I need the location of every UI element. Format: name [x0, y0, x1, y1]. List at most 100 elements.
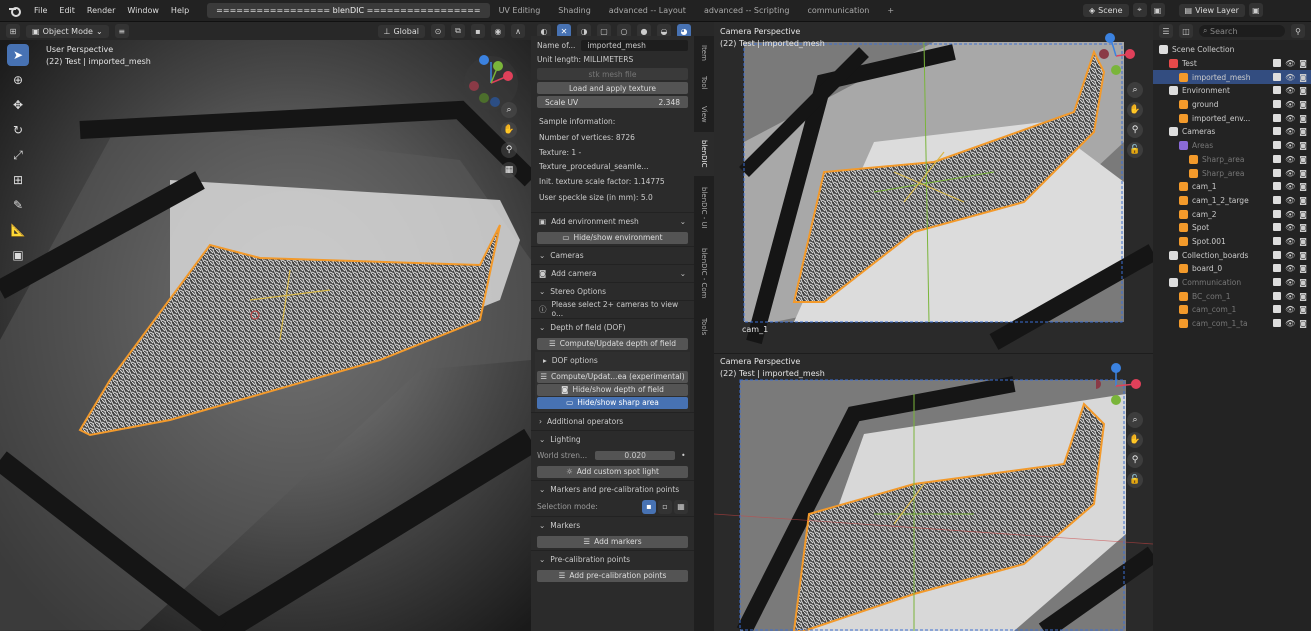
scene-selector[interactable]: ◈ Scene — [1083, 3, 1129, 17]
view-layer-selector[interactable]: ▤ View Layer — [1178, 3, 1245, 17]
workspace-tab-advanced-layout[interactable]: advanced -- Layout — [600, 3, 695, 18]
dof-options-toggle[interactable]: ▸ DOF options — [535, 352, 690, 370]
pan-hand-icon[interactable]: ✋ — [501, 122, 517, 138]
tab-blendic-com[interactable]: blenDIC - Com — [694, 240, 714, 306]
hide-show-sharp-area-button[interactable]: ▭ Hide/show sharp area — [537, 396, 688, 409]
eye-icon[interactable]: 👁 — [1285, 319, 1295, 328]
precalibration-section[interactable]: ⌄ Pre-calibration points — [531, 549, 694, 568]
outliner-search-input[interactable]: ⌕ Search — [1199, 25, 1285, 37]
checkbox-icon[interactable] — [1273, 209, 1282, 218]
filter-icon[interactable]: ⚲ — [1291, 24, 1305, 38]
camera-render-icon[interactable]: ◙ — [1299, 100, 1307, 109]
tab-blendic-ui[interactable]: blenDIC - UI — [694, 180, 714, 236]
eye-icon[interactable]: 👁 — [1285, 127, 1295, 136]
outliner-row[interactable]: cam_com_1 👁 ◙ — [1153, 303, 1311, 317]
camera-view-icon[interactable]: ⚲ — [1127, 452, 1143, 468]
camera-view-icon[interactable]: ⚲ — [501, 142, 517, 158]
outliner-row[interactable]: Sharp_area 👁 ◙ — [1153, 153, 1311, 167]
camera-view-icon[interactable]: ⚲ — [1127, 122, 1143, 138]
outliner-row[interactable]: Scene Collection — [1153, 43, 1311, 57]
workspace-tab-advanced-scripting[interactable]: advanced -- Scripting — [695, 3, 799, 18]
add-markers-button[interactable]: ☰ Add markers — [537, 535, 688, 548]
checkbox-icon[interactable] — [1273, 127, 1282, 136]
outliner-row[interactable]: Communication 👁 ◙ — [1153, 276, 1311, 290]
add-precalibration-points-button[interactable]: ☰ Add pre-calibration points — [537, 569, 688, 582]
camera-render-icon[interactable]: ◙ — [1299, 278, 1307, 287]
markers-precal-section[interactable]: ⌄ Markers and pre-calibration points — [531, 479, 694, 498]
scale-uv-field[interactable]: Scale UV 2.348 — [537, 96, 688, 108]
checkbox-icon[interactable] — [1273, 305, 1282, 314]
eye-icon[interactable]: 👁 — [1285, 292, 1295, 301]
camera-viewport-1[interactable]: Camera Perspective (22) Test | imported_… — [714, 22, 1153, 353]
add-environment-mesh-section[interactable]: ▣ Add environment mesh ⌄ — [531, 211, 694, 230]
camera-render-icon[interactable]: ◙ — [1299, 127, 1307, 136]
lock-camera-icon[interactable]: 🔓 — [1127, 472, 1143, 488]
camera-render-icon[interactable]: ◙ — [1299, 305, 1307, 314]
mesh-name-field[interactable]: imported_mesh — [581, 39, 688, 51]
workspace-tab-communication[interactable]: communication — [798, 3, 878, 18]
camera-render-icon[interactable]: ◙ — [1299, 182, 1307, 191]
checkbox-icon[interactable] — [1273, 168, 1282, 177]
tab-item[interactable]: Item — [694, 40, 714, 66]
checkbox-icon[interactable] — [1273, 100, 1282, 109]
menu-file[interactable]: File — [28, 6, 53, 15]
outliner-row[interactable]: imported_mesh 👁 ◙ — [1153, 70, 1311, 85]
snap-icon[interactable]: ⧉ — [451, 24, 465, 38]
eye-icon[interactable]: 👁 — [1285, 278, 1295, 287]
checkbox-icon[interactable] — [1273, 154, 1282, 163]
falloff-icon[interactable]: ∧ — [511, 24, 525, 38]
eye-icon[interactable]: 👁 — [1285, 100, 1295, 109]
add-spot-light-button[interactable]: ☼ Add custom spot light — [537, 465, 688, 478]
compute-experimental-button[interactable]: ☰ Compute/Updat...ea (experimental) — [537, 370, 688, 383]
move-tool-icon[interactable]: ✥ — [7, 94, 29, 116]
transform-tool-icon[interactable]: ⊞ — [7, 169, 29, 191]
select-edge-icon[interactable]: ▫ — [658, 499, 672, 514]
outliner-row[interactable]: Areas 👁 ◙ — [1153, 139, 1311, 153]
pivot-icon[interactable]: ⊙ — [431, 24, 445, 38]
outliner-row[interactable]: cam_1_2_targe 👁 ◙ — [1153, 194, 1311, 208]
eye-icon[interactable]: 👁 — [1285, 196, 1295, 205]
workspace-tab-blendic[interactable]: ================= blenDIC ==============… — [207, 3, 490, 18]
grid-view-icon[interactable]: ▦ — [501, 162, 517, 178]
camera-render-icon[interactable]: ◙ — [1299, 251, 1307, 260]
eye-icon[interactable]: 👁 — [1285, 141, 1295, 150]
snap-target-icon[interactable]: ▪ — [471, 24, 485, 38]
hide-show-environment-button[interactable]: ▭ Hide/show environment — [537, 231, 688, 244]
transform-orientation-dropdown[interactable]: ⊥ Global — [377, 24, 425, 38]
menu-window[interactable]: Window — [121, 6, 165, 15]
eye-icon[interactable]: 👁 — [1285, 86, 1295, 95]
outliner-row[interactable]: Environment 👁 ◙ — [1153, 84, 1311, 98]
checkbox-icon[interactable] — [1273, 291, 1282, 300]
new-scene-icon[interactable]: ▣ — [1150, 3, 1165, 17]
stl-mesh-file-button[interactable]: stk mesh file — [537, 68, 688, 80]
cameras-section[interactable]: ⌄ Cameras — [531, 245, 694, 264]
tab-tools[interactable]: Tools — [694, 310, 714, 344]
zoom-icon[interactable]: ⌕ — [1127, 412, 1143, 428]
camera-render-icon[interactable]: ◙ — [1299, 319, 1307, 328]
lock-camera-icon[interactable]: 🔓 — [1127, 142, 1143, 158]
display-mode-icon[interactable]: ◫ — [1179, 24, 1193, 38]
camera-render-icon[interactable]: ◙ — [1299, 114, 1307, 123]
select-face-icon[interactable]: ▦ — [674, 499, 688, 514]
checkbox-icon[interactable] — [1273, 59, 1282, 68]
lighting-section[interactable]: ⌄ Lighting — [531, 429, 694, 448]
rotate-tool-icon[interactable]: ↻ — [7, 119, 29, 141]
camera-render-icon[interactable]: ◙ — [1299, 73, 1307, 82]
compute-dof-button[interactable]: ☰ Compute/Update depth of field — [537, 337, 688, 350]
main-3d-viewport[interactable]: User Perspective (22) Test | imported_me… — [0, 40, 531, 631]
checkbox-icon[interactable] — [1273, 141, 1282, 150]
checkbox-icon[interactable] — [1273, 223, 1282, 232]
camera-render-icon[interactable]: ◙ — [1299, 210, 1307, 219]
camera-render-icon[interactable]: ◙ — [1299, 169, 1307, 178]
workspace-tab-shading[interactable]: Shading — [549, 3, 600, 18]
checkbox-icon[interactable] — [1273, 72, 1282, 81]
zoom-icon[interactable]: ⌕ — [501, 102, 517, 118]
eye-icon[interactable]: 👁 — [1285, 114, 1295, 123]
checkbox-icon[interactable] — [1273, 319, 1282, 328]
outliner-row[interactable]: BC_com_1 👁 ◙ — [1153, 289, 1311, 303]
eye-icon[interactable]: 👁 — [1285, 182, 1295, 191]
camera-render-icon[interactable]: ◙ — [1299, 141, 1307, 150]
camera-render-icon[interactable]: ◙ — [1299, 155, 1307, 164]
workspace-tab-uv-editing[interactable]: UV Editing — [490, 3, 550, 18]
eye-icon[interactable]: 👁 — [1285, 264, 1295, 273]
